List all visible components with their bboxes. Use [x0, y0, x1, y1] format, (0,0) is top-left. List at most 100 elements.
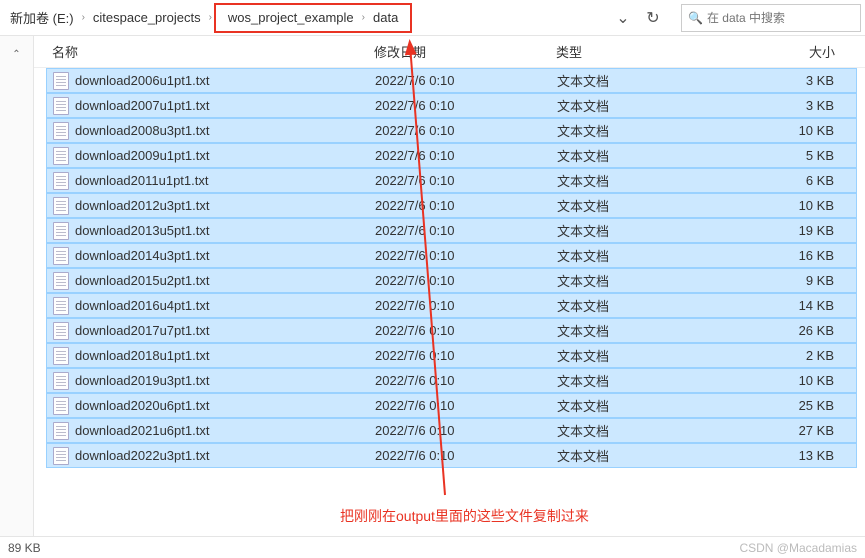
file-size: 19 KB: [715, 223, 856, 238]
file-name: download2021u6pt1.txt: [75, 423, 209, 438]
table-row[interactable]: download2013u5pt1.txt 2022/7/6 0:10 文本文档…: [46, 218, 857, 243]
table-row[interactable]: download2019u3pt1.txt 2022/7/6 0:10 文本文档…: [46, 368, 857, 393]
file-icon: [53, 147, 69, 165]
breadcrumb[interactable]: 新加卷 (E:) › citespace_projects › wos_proj…: [4, 4, 609, 32]
file-icon: [53, 322, 69, 340]
column-headers: 名称 修改日期 类型 大小: [34, 36, 865, 68]
file-date: 2022/7/6 0:10: [375, 273, 557, 288]
chevron-right-icon: ›: [207, 12, 214, 23]
file-type: 文本文档: [557, 171, 715, 190]
file-date: 2022/7/6 0:10: [375, 373, 557, 388]
file-icon: [53, 72, 69, 90]
file-size: 25 KB: [715, 398, 856, 413]
file-type: 文本文档: [557, 346, 715, 365]
crumb-folder-1[interactable]: citespace_projects: [87, 6, 207, 29]
highlighted-path: wos_project_example › data: [214, 3, 412, 33]
file-size: 26 KB: [715, 323, 856, 338]
file-date: 2022/7/6 0:10: [375, 348, 557, 363]
file-date: 2022/7/6 0:10: [375, 123, 557, 138]
file-icon: [53, 422, 69, 440]
file-name: download2016u4pt1.txt: [75, 298, 209, 313]
file-name: download2020u6pt1.txt: [75, 398, 209, 413]
file-type: 文本文档: [557, 71, 715, 90]
file-date: 2022/7/6 0:10: [375, 148, 557, 163]
file-type: 文本文档: [557, 271, 715, 290]
file-name: download2014u3pt1.txt: [75, 248, 209, 263]
table-row[interactable]: download2007u1pt1.txt 2022/7/6 0:10 文本文档…: [46, 93, 857, 118]
file-name: download2017u7pt1.txt: [75, 323, 209, 338]
sidebar: ⌃: [0, 36, 34, 536]
header-type[interactable]: 类型: [556, 42, 714, 61]
file-icon: [53, 397, 69, 415]
crumb-folder-3[interactable]: data: [367, 6, 404, 29]
file-type: 文本文档: [557, 146, 715, 165]
table-row[interactable]: download2021u6pt1.txt 2022/7/6 0:10 文本文档…: [46, 418, 857, 443]
file-date: 2022/7/6 0:10: [375, 248, 557, 263]
file-type: 文本文档: [557, 421, 715, 440]
file-type: 文本文档: [557, 196, 715, 215]
search-field[interactable]: [707, 11, 854, 25]
table-row[interactable]: download2020u6pt1.txt 2022/7/6 0:10 文本文档…: [46, 393, 857, 418]
table-row[interactable]: download2022u3pt1.txt 2022/7/6 0:10 文本文档…: [46, 443, 857, 468]
file-type: 文本文档: [557, 371, 715, 390]
header-date[interactable]: 修改日期: [374, 42, 556, 61]
crumb-drive[interactable]: 新加卷 (E:): [4, 4, 80, 31]
file-date: 2022/7/6 0:10: [375, 198, 557, 213]
file-type: 文本文档: [557, 396, 715, 415]
file-name: download2012u3pt1.txt: [75, 198, 209, 213]
table-row[interactable]: download2015u2pt1.txt 2022/7/6 0:10 文本文档…: [46, 268, 857, 293]
file-type: 文本文档: [557, 221, 715, 240]
search-icon: 🔍: [688, 11, 703, 25]
file-icon: [53, 222, 69, 240]
status-bar: 89 KB CSDN @Macadamias: [0, 536, 865, 558]
file-name: download2009u1pt1.txt: [75, 148, 209, 163]
file-icon: [53, 447, 69, 465]
chevron-right-icon: ›: [360, 12, 367, 23]
search-input[interactable]: 🔍: [681, 4, 861, 32]
header-name[interactable]: 名称: [34, 42, 374, 61]
file-type: 文本文档: [557, 121, 715, 140]
file-type: 文本文档: [557, 96, 715, 115]
file-icon: [53, 347, 69, 365]
file-type: 文本文档: [557, 246, 715, 265]
table-row[interactable]: download2011u1pt1.txt 2022/7/6 0:10 文本文档…: [46, 168, 857, 193]
file-size: 14 KB: [715, 298, 856, 313]
table-row[interactable]: download2008u3pt1.txt 2022/7/6 0:10 文本文档…: [46, 118, 857, 143]
table-row[interactable]: download2018u1pt1.txt 2022/7/6 0:10 文本文档…: [46, 343, 857, 368]
file-name: download2007u1pt1.txt: [75, 98, 209, 113]
file-name: download2015u2pt1.txt: [75, 273, 209, 288]
file-name: download2018u1pt1.txt: [75, 348, 209, 363]
crumb-folder-2[interactable]: wos_project_example: [222, 6, 360, 29]
refresh-icon[interactable]: ↻: [639, 5, 667, 31]
file-date: 2022/7/6 0:10: [375, 398, 557, 413]
file-type: 文本文档: [557, 321, 715, 340]
file-size: 10 KB: [715, 373, 856, 388]
watermark: CSDN @Macadamias: [739, 541, 857, 555]
table-row[interactable]: download2016u4pt1.txt 2022/7/6 0:10 文本文档…: [46, 293, 857, 318]
table-row[interactable]: download2014u3pt1.txt 2022/7/6 0:10 文本文档…: [46, 243, 857, 268]
file-name: download2019u3pt1.txt: [75, 373, 209, 388]
file-icon: [53, 272, 69, 290]
file-name: download2011u1pt1.txt: [75, 173, 208, 188]
table-row[interactable]: download2012u3pt1.txt 2022/7/6 0:10 文本文档…: [46, 193, 857, 218]
file-name: download2008u3pt1.txt: [75, 123, 209, 138]
dropdown-icon[interactable]: ⌄: [609, 5, 637, 31]
file-size: 9 KB: [715, 273, 856, 288]
file-icon: [53, 372, 69, 390]
chevron-right-icon: ›: [80, 12, 87, 23]
address-toolbar: 新加卷 (E:) › citespace_projects › wos_proj…: [0, 0, 865, 36]
chevron-up-icon[interactable]: ⌃: [12, 49, 20, 60]
file-size: 10 KB: [715, 198, 856, 213]
file-size: 2 KB: [715, 348, 856, 363]
file-date: 2022/7/6 0:10: [375, 448, 557, 463]
status-size: 89 KB: [8, 541, 41, 555]
file-size: 6 KB: [715, 173, 856, 188]
table-row[interactable]: download2017u7pt1.txt 2022/7/6 0:10 文本文档…: [46, 318, 857, 343]
file-size: 16 KB: [715, 248, 856, 263]
table-row[interactable]: download2009u1pt1.txt 2022/7/6 0:10 文本文档…: [46, 143, 857, 168]
file-size: 13 KB: [715, 448, 856, 463]
file-name: download2006u1pt1.txt: [75, 73, 209, 88]
table-row[interactable]: download2006u1pt1.txt 2022/7/6 0:10 文本文档…: [46, 68, 857, 93]
file-icon: [53, 122, 69, 140]
header-size[interactable]: 大小: [714, 42, 865, 61]
